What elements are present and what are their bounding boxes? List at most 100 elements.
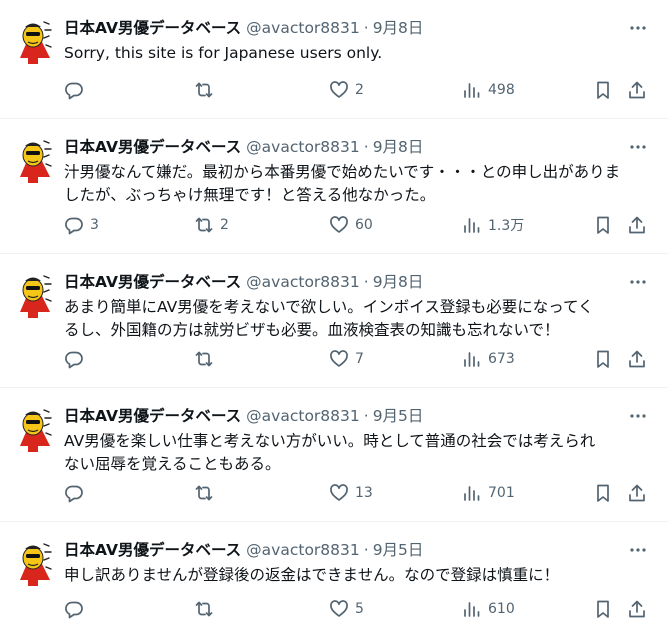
repost-icon [195, 601, 213, 617]
share-icon [629, 484, 645, 502]
tweet-date[interactable]: 9月5日 [373, 404, 424, 426]
avatar[interactable] [16, 137, 56, 185]
repost-button[interactable]: 2 [194, 215, 229, 235]
tweet-card[interactable]: 日本AV男優データベース @avactor8831 · 9月5日 申し訳ありませ… [0, 522, 668, 637]
repost-icon [195, 485, 213, 501]
avatar[interactable] [16, 406, 56, 454]
views-chart-icon [464, 486, 480, 501]
repost-button[interactable] [194, 599, 220, 619]
repost-button[interactable] [194, 349, 220, 369]
share-button[interactable] [627, 80, 647, 100]
display-name[interactable]: 日本AV男優データベース [64, 538, 241, 560]
tweet-card[interactable]: 日本AV男優データベース @avactor8831 · 9月5日 AV男優を楽し… [0, 388, 668, 522]
reply-count: 3 [90, 217, 99, 233]
user-handle[interactable]: @avactor8831 [246, 541, 360, 559]
reply-button[interactable] [64, 349, 90, 369]
like-button[interactable]: 60 [329, 215, 373, 235]
reply-button[interactable]: 3 [64, 215, 99, 235]
views-button[interactable]: 1.3万 [462, 215, 524, 235]
views-chart-icon [464, 352, 480, 367]
user-handle[interactable]: @avactor8831 [246, 138, 360, 156]
display-name[interactable]: 日本AV男優データベース [64, 16, 241, 38]
tweet-date[interactable]: 9月8日 [373, 16, 424, 38]
share-button[interactable] [627, 349, 647, 369]
bookmark-button[interactable] [593, 483, 613, 503]
views-button[interactable]: 610 [462, 599, 515, 619]
user-handle[interactable]: @avactor8831 [246, 19, 360, 37]
more-dots-icon[interactable] [628, 18, 648, 38]
tweet-text-line: るし、外国籍の方は就労ビザも必要。血液検査表の知識も忘れないで！ [64, 321, 560, 339]
reply-button[interactable] [64, 599, 90, 619]
share-icon [629, 216, 645, 234]
display-name[interactable]: 日本AV男優データベース [64, 404, 241, 426]
share-button[interactable] [627, 483, 647, 503]
share-icon [629, 350, 645, 368]
display-name[interactable]: 日本AV男優データベース [64, 270, 241, 292]
views-button[interactable]: 673 [462, 349, 515, 369]
repost-button[interactable] [194, 483, 220, 503]
reply-button[interactable] [64, 80, 90, 100]
tweet-date[interactable]: 9月5日 [373, 538, 424, 560]
share-button[interactable] [627, 599, 647, 619]
share-button[interactable] [627, 215, 647, 235]
tweet-text-line: したが、ぶっちゃけ無理です！と答える他なかった。 [64, 186, 436, 204]
tweet-header: 日本AV男優データベース @avactor8831 · 9月5日 [64, 404, 652, 430]
tweet-text: 申し訳ありませんが登録後の返金はできません。なので登録は慎重に！ [64, 564, 654, 587]
avatar[interactable] [16, 18, 56, 66]
tweet-text: AV男優を楽しい仕事と考えない方がいい。時として普通の社会では考えられ ない屈辱を… [64, 430, 654, 476]
tweet-date[interactable]: 9月8日 [373, 270, 424, 292]
like-button[interactable]: 13 [329, 483, 373, 503]
repost-button[interactable] [194, 80, 220, 100]
more-dots-icon[interactable] [628, 540, 648, 560]
tweet-card[interactable]: 日本AV男優データベース @avactor8831 · 9月8日 汁男優なんて嫌… [0, 119, 668, 254]
tweet-date[interactable]: 9月8日 [373, 135, 424, 157]
views-button[interactable]: 701 [462, 483, 515, 503]
bookmark-button[interactable] [593, 215, 613, 235]
separator-dot: · [363, 273, 369, 291]
tweet-text: Sorry, this site is for Japanese users o… [64, 42, 654, 65]
tweet-card[interactable]: 日本AV男優データベース @avactor8831 · 9月8日 Sorry, … [0, 0, 668, 119]
separator-dot: · [363, 19, 369, 37]
views-chart-icon [464, 83, 480, 98]
user-handle[interactable]: @avactor8831 [246, 273, 360, 291]
display-name[interactable]: 日本AV男優データベース [64, 135, 241, 157]
more-dots-icon[interactable] [628, 137, 648, 157]
avatar[interactable] [16, 272, 56, 320]
like-count: 60 [355, 217, 373, 233]
tweet-text: 汁男優なんて嫌だ。最初から本番男優で始めたいです・・・との申し出がありま したが、… [64, 161, 654, 207]
tweet-header: 日本AV男優データベース @avactor8831 · 9月8日 [64, 16, 652, 42]
tweet-text-line: Sorry, this site is for Japanese users o… [64, 44, 383, 62]
avatar[interactable] [16, 540, 56, 588]
tweet-actions: 3 2 60 1.3万 [64, 215, 648, 237]
bookmark-icon [597, 600, 609, 618]
bookmark-icon [597, 350, 609, 368]
tweet-card[interactable]: 日本AV男優データベース @avactor8831 · 9月8日 あまり簡単にA… [0, 254, 668, 388]
more-dots-icon[interactable] [628, 272, 648, 292]
like-button[interactable]: 2 [329, 80, 364, 100]
like-button[interactable]: 7 [329, 349, 364, 369]
tweet-text: あまり簡単にAV男優を考えないで欲しい。インボイス登録も必要になってく るし、外国… [64, 296, 654, 342]
reply-button[interactable] [64, 483, 90, 503]
more-dots-icon[interactable] [628, 406, 648, 426]
bookmark-icon [597, 81, 609, 99]
tweet-text-line: 申し訳ありませんが登録後の返金はできません。なので登録は慎重に！ [64, 566, 560, 584]
separator-dot: · [363, 407, 369, 425]
repost-icon [195, 351, 213, 367]
heart-icon [330, 216, 348, 233]
tweet-text-line: ない屈辱を覚えることもある。 [64, 455, 281, 473]
like-count: 7 [355, 351, 364, 367]
like-button[interactable]: 5 [329, 599, 364, 619]
timeline-feed: 日本AV男優データベース @avactor8831 · 9月8日 Sorry, … [0, 0, 668, 637]
bookmark-button[interactable] [593, 80, 613, 100]
tweet-header: 日本AV男優データベース @avactor8831 · 9月8日 [64, 135, 652, 161]
repost-icon [195, 82, 213, 98]
bookmark-button[interactable] [593, 349, 613, 369]
share-icon [629, 600, 645, 618]
views-button[interactable]: 498 [462, 80, 515, 100]
user-handle[interactable]: @avactor8831 [246, 407, 360, 425]
bookmark-button[interactable] [593, 599, 613, 619]
like-count: 2 [355, 82, 364, 98]
views-chart-icon [464, 218, 480, 233]
reply-icon [65, 82, 83, 100]
reply-icon [65, 601, 83, 619]
